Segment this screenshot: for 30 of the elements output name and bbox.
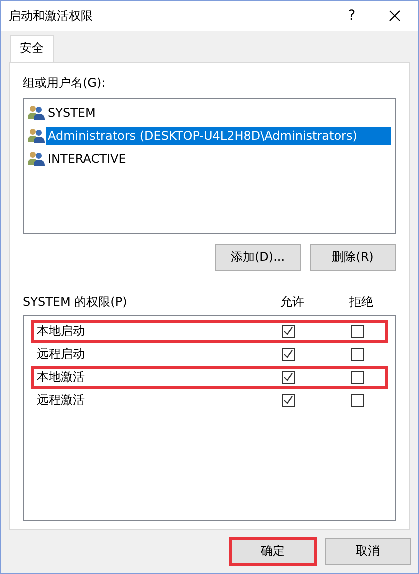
dialog-button[interactable]: 确定 xyxy=(230,538,316,565)
window-title: 启动和激活权限 xyxy=(9,8,94,24)
checkbox[interactable] xyxy=(351,371,364,384)
checkbox[interactable] xyxy=(282,325,295,338)
help-button[interactable]: ? xyxy=(332,8,372,24)
checkbox[interactable] xyxy=(351,325,364,338)
action-button[interactable]: 删除(R) xyxy=(310,244,396,271)
user-item[interactable]: Administrators (DESKTOP-U4L2H8D\Administrators) xyxy=(46,126,391,144)
user-item[interactable]: INTERACTIVE xyxy=(46,150,391,168)
permissions-label: SYSTEM 的权限(P) xyxy=(23,294,128,310)
permission-name: 本地激活 xyxy=(36,369,86,386)
dialog-button[interactable]: 取消 xyxy=(325,538,411,565)
column-header: 拒绝 xyxy=(348,294,374,310)
checkbox[interactable] xyxy=(351,394,364,407)
checkbox[interactable] xyxy=(351,348,364,361)
users-icon xyxy=(28,105,45,120)
permission-name: 远程启动 xyxy=(36,346,86,363)
permission-name: 远程激活 xyxy=(36,392,86,409)
close-icon[interactable] xyxy=(389,10,401,22)
checkbox[interactable] xyxy=(282,394,295,407)
tab[interactable]: 安全 xyxy=(10,35,54,63)
users-icon xyxy=(28,128,45,143)
checkbox[interactable] xyxy=(282,371,295,384)
user-item[interactable]: SYSTEM xyxy=(46,104,391,122)
group-label: 组或用户名(G): xyxy=(23,75,107,92)
permission-name: 本地启动 xyxy=(36,323,86,340)
column-header: 允许 xyxy=(280,294,306,310)
users-icon xyxy=(28,151,45,166)
action-button[interactable]: 添加(D)... xyxy=(215,244,301,271)
checkbox[interactable] xyxy=(282,348,295,361)
